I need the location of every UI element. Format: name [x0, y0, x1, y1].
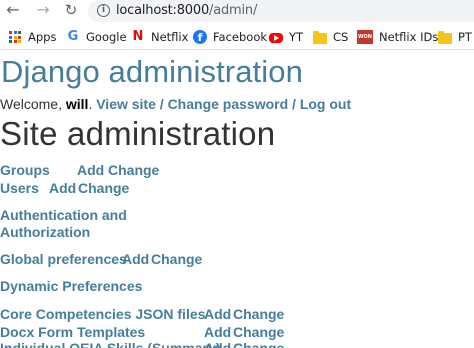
model-row-global-preferences: Global preferences	[0, 251, 127, 269]
app-caption-line: Authorization	[0, 224, 91, 240]
bookmark-label: Google	[86, 30, 127, 44]
app-caption-auth[interactable]: Authentication and Authorization	[0, 207, 127, 240]
bookmark-label: Netflix IDs	[379, 30, 439, 44]
view-site-link[interactable]: View site	[96, 96, 156, 112]
username: will	[65, 96, 89, 112]
change-link[interactable]: Change	[233, 306, 284, 322]
bookmark-apps[interactable]: Apps	[8, 28, 56, 46]
model-row-groups: Groups	[0, 162, 50, 180]
add-link[interactable]: Add	[204, 324, 231, 340]
model-link-groups[interactable]: Groups	[0, 162, 50, 178]
model-link-users[interactable]: Users	[0, 180, 39, 196]
separator: /	[155, 96, 168, 112]
change-link[interactable]: Change	[151, 251, 202, 267]
site-name[interactable]: Django administration	[1, 54, 303, 90]
info-icon[interactable]: i	[97, 4, 110, 17]
add-link[interactable]: Add	[122, 251, 149, 267]
bookmark-facebook[interactable]: f Facebook	[193, 28, 267, 46]
bookmark-label: PT	[458, 30, 472, 44]
bookmarks-bar: Apps G Google N Netflix f Facebook YT CS…	[0, 24, 474, 50]
bookmark-netflix-ids[interactable]: WON Netflix IDs	[357, 28, 438, 46]
bookmark-label: Netflix	[151, 30, 189, 44]
change-link[interactable]: Change	[78, 180, 129, 196]
google-icon: G	[67, 29, 79, 44]
back-arrow-icon[interactable]: ←	[4, 1, 22, 19]
bookmark-label: Apps	[28, 30, 57, 44]
page-title: Site administration	[0, 115, 276, 152]
bookmark-label: YT	[289, 30, 304, 44]
bookmark-google[interactable]: G Google	[66, 28, 127, 46]
app-caption-line: Authentication and	[0, 207, 127, 223]
bookmark-pt[interactable]: PT	[438, 28, 472, 46]
model-link-docx-form-templates[interactable]: Docx Form Templates	[0, 324, 145, 340]
browser-toolbar: ← → ↻ i localhost:8000/admin/	[0, 0, 474, 22]
add-link[interactable]: Add	[204, 340, 231, 348]
model-row-users: Users	[0, 180, 39, 198]
change-link[interactable]: Change	[233, 324, 284, 340]
bookmark-yt[interactable]: YT	[269, 28, 303, 46]
logout-link[interactable]: Log out	[300, 96, 351, 112]
model-row-individual-skills: Individual OEIA Skills (Summary)	[0, 340, 220, 348]
change-password-link[interactable]: Change password	[168, 96, 289, 112]
model-link-individual-skills[interactable]: Individual OEIA Skills (Summary)	[0, 340, 220, 348]
bookmark-label: Facebook	[213, 30, 268, 44]
change-link[interactable]: Change	[233, 340, 284, 348]
bookmark-cs[interactable]: CS	[313, 28, 348, 46]
user-tools: Welcome, will. View site / Change passwo…	[0, 96, 351, 112]
forward-arrow-icon[interactable]: →	[34, 1, 52, 19]
url-text[interactable]: localhost:8000/admin/	[116, 3, 257, 18]
add-link[interactable]: Add	[49, 180, 76, 196]
address-bar[interactable]: i localhost:8000/admin/	[88, 0, 474, 22]
url-path: /admin/	[209, 3, 258, 18]
welcome-text: Welcome,	[0, 96, 66, 112]
url-host: localhost:8000	[116, 3, 210, 18]
apps-grid-icon	[8, 30, 22, 44]
separator: /	[288, 96, 300, 112]
model-row-core-competencies: Core Competencies JSON files	[0, 306, 205, 324]
won-icon: WON	[357, 30, 373, 44]
model-link-global-preferences[interactable]: Global preferences	[0, 251, 127, 267]
bookmark-netflix[interactable]: N Netflix	[131, 28, 189, 46]
bookmark-label: CS	[333, 30, 349, 44]
add-link[interactable]: Add	[77, 162, 104, 178]
facebook-icon: f	[193, 30, 207, 44]
app-caption-dynamic-preferences[interactable]: Dynamic Preferences	[0, 278, 142, 294]
reload-icon[interactable]: ↻	[62, 1, 80, 19]
youtube-icon	[269, 33, 283, 43]
netflix-icon: N	[132, 29, 144, 44]
model-link-core-competencies[interactable]: Core Competencies JSON files	[0, 306, 205, 322]
folder-icon	[313, 30, 327, 44]
change-link[interactable]: Change	[108, 162, 159, 178]
folder-icon	[438, 30, 452, 44]
add-link[interactable]: Add	[204, 306, 231, 322]
